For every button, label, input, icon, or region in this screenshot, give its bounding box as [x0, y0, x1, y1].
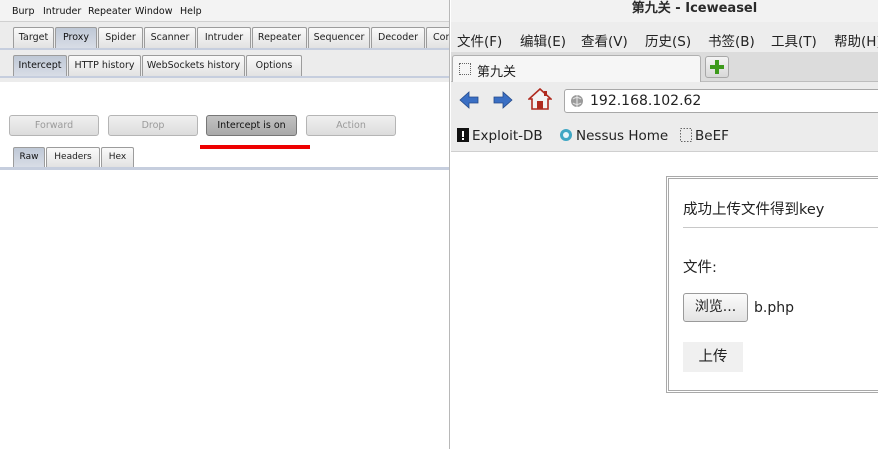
blank-page-icon: [680, 128, 692, 142]
browser-window: 第九关 - Iceweasel 文件(F) 编辑(E) 查看(V) 历史(S) …: [451, 0, 878, 449]
menu-help[interactable]: Help: [180, 6, 202, 17]
menu-burp[interactable]: Burp: [12, 6, 34, 17]
tab-comparer[interactable]: Com: [426, 27, 449, 48]
url-text: 192.168.102.62: [590, 93, 702, 109]
forward-arrow-icon[interactable]: [493, 90, 513, 110]
bookmark-label: Exploit-DB: [472, 128, 543, 144]
plus-icon: [710, 60, 724, 74]
action-button[interactable]: Action: [306, 115, 396, 136]
browser-tabbar: 第九关: [451, 52, 878, 82]
divider: [683, 227, 878, 228]
browser-menubar: 文件(F) 编辑(E) 查看(V) 历史(S) 书签(B) 工具(T) 帮助(H…: [451, 22, 878, 52]
tab-title: 第九关: [477, 65, 517, 80]
tab-repeater[interactable]: Repeater: [252, 27, 307, 48]
tab-spider[interactable]: Spider: [98, 27, 143, 48]
tab-http-history[interactable]: HTTP history: [68, 55, 141, 76]
request-editor[interactable]: [0, 170, 449, 449]
tab-scanner[interactable]: Scanner: [144, 27, 196, 48]
file-label: 文件:: [683, 260, 717, 276]
upload-button[interactable]: 上传: [683, 342, 743, 372]
selected-file-name: b.php: [754, 300, 794, 316]
browse-button[interactable]: 浏览...: [683, 293, 748, 322]
menu-edit[interactable]: 编辑(E): [520, 30, 566, 50]
upload-form: 成功上传文件得到key 文件: 浏览... b.php 上传: [666, 176, 878, 393]
burp-window: Burp Intruder Repeater Window Help Targe…: [0, 0, 450, 449]
tab-websockets-history[interactable]: WebSockets history: [142, 55, 245, 76]
tab-options[interactable]: Options: [246, 55, 302, 76]
bookmark-label: BeEF: [695, 128, 729, 144]
intercept-toggle-button[interactable]: Intercept is on: [206, 115, 297, 136]
tab-proxy[interactable]: Proxy: [55, 27, 97, 48]
menu-window[interactable]: Window: [135, 6, 172, 17]
bookmarks-toolbar: Exploit-DB Nessus Home BeEF: [451, 120, 878, 152]
bookmark-label: Nessus Home: [576, 128, 669, 144]
tab-raw[interactable]: Raw: [13, 147, 45, 167]
tab-target[interactable]: Target: [13, 27, 54, 48]
forward-button[interactable]: Forward: [9, 115, 99, 136]
menu-view[interactable]: 查看(V): [581, 30, 628, 50]
menu-help[interactable]: 帮助(H): [834, 30, 878, 50]
menu-history[interactable]: 历史(S): [645, 30, 691, 50]
bookmark-exploit-db[interactable]: Exploit-DB: [457, 128, 543, 144]
drop-button[interactable]: Drop: [108, 115, 198, 136]
window-title: 第九关 - Iceweasel: [451, 0, 878, 22]
tab-decoder[interactable]: Decoder: [371, 27, 425, 48]
browser-tab[interactable]: 第九关: [452, 55, 701, 82]
tab-sequencer[interactable]: Sequencer: [308, 27, 370, 48]
menu-bookmarks[interactable]: 书签(B): [708, 30, 755, 50]
bookmark-beef[interactable]: BeEF: [680, 128, 729, 144]
main-tabs-divider: [0, 48, 449, 50]
page-content: 成功上传文件得到key 文件: 浏览... b.php 上传: [451, 153, 878, 449]
menu-tools[interactable]: 工具(T): [771, 30, 817, 50]
tab-intruder[interactable]: Intruder: [197, 27, 251, 48]
blank-page-icon: [459, 63, 471, 75]
subtabs-divider: [0, 76, 449, 78]
globe-icon: [571, 95, 583, 107]
tab-headers[interactable]: Headers: [46, 147, 100, 167]
tab-hex[interactable]: Hex: [101, 147, 134, 167]
menu-repeater[interactable]: Repeater: [88, 6, 131, 17]
nessus-icon: [560, 129, 572, 141]
red-underline-annotation: [200, 145, 310, 149]
home-icon[interactable]: [528, 88, 552, 110]
bookmark-nessus-home[interactable]: Nessus Home: [559, 128, 668, 144]
page-heading: 成功上传文件得到key: [683, 202, 825, 218]
menu-file[interactable]: 文件(F): [457, 30, 502, 50]
burp-menubar: Burp Intruder Repeater Window Help: [0, 0, 449, 22]
url-bar[interactable]: 192.168.102.62: [564, 89, 878, 113]
tab-intercept[interactable]: Intercept: [13, 55, 67, 76]
back-arrow-icon[interactable]: [459, 90, 479, 110]
exploit-db-icon: [457, 128, 469, 142]
navigation-bar: 192.168.102.62: [451, 82, 878, 120]
menu-intruder[interactable]: Intruder: [43, 6, 81, 17]
new-tab-button[interactable]: [705, 56, 729, 78]
